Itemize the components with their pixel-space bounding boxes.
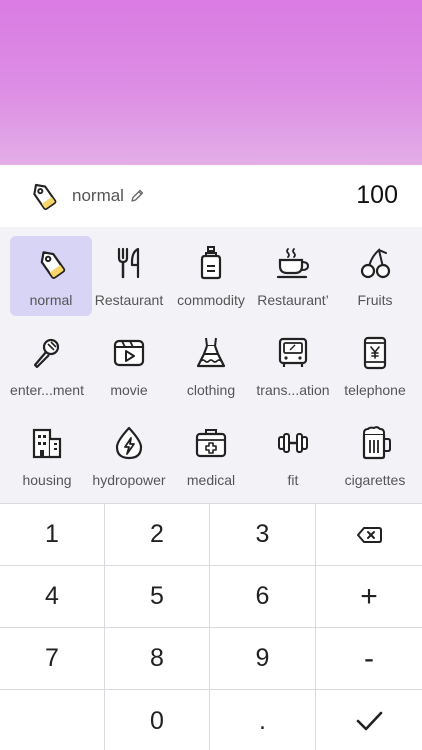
category-label: hydropower: [92, 472, 166, 488]
confirm-button[interactable]: [316, 690, 422, 750]
category-label: medical: [186, 472, 236, 488]
key-3[interactable]: 3: [210, 504, 316, 566]
category-label: normal: [29, 292, 73, 308]
key-1[interactable]: 1: [0, 504, 105, 566]
category-grid: normal Restaurant commodity Restaurant’: [0, 227, 422, 503]
video-icon: [113, 339, 145, 367]
amount-display: 100: [356, 181, 398, 209]
category-label: Fruits: [357, 292, 393, 308]
bus-icon: [278, 337, 308, 367]
category-name-editable[interactable]: normal: [72, 186, 145, 206]
microphone-icon: [33, 338, 60, 369]
plus-button[interactable]: +: [316, 566, 422, 628]
medical-kit-icon: [195, 429, 227, 458]
category-restaurant[interactable]: Restaurant: [88, 236, 170, 316]
minus-button[interactable]: -: [316, 628, 422, 690]
dress-icon: [196, 337, 226, 368]
backspace-icon: [357, 526, 382, 543]
category-label: trans...ation: [256, 382, 330, 398]
category-label: commodity: [177, 292, 245, 308]
pencil-icon[interactable]: [129, 188, 145, 204]
bottle-icon: [200, 246, 222, 280]
category-cigarettes[interactable]: cigarettes: [334, 416, 416, 496]
category-movie[interactable]: movie: [88, 326, 170, 406]
key-dot[interactable]: .: [210, 690, 316, 750]
key-4[interactable]: 4: [0, 566, 105, 628]
category-transportation[interactable]: trans...ation: [252, 326, 334, 406]
category-label: Restaurant: [94, 292, 164, 308]
entry-row: normal 100: [0, 165, 422, 227]
building-icon: [32, 428, 62, 459]
category-label: enter...ment: [10, 382, 84, 398]
key-blank: [0, 690, 105, 750]
category-label: telephone: [344, 382, 406, 398]
category-commodity[interactable]: commodity: [170, 236, 252, 316]
number-keypad: 1 2 3 4 5 6 + 7 8 9 - 0 .: [0, 503, 422, 750]
key-7[interactable]: 7: [0, 628, 105, 690]
key-8[interactable]: 8: [105, 628, 210, 690]
category-label: Restaurant’: [257, 292, 329, 308]
category-label: housing: [22, 472, 72, 488]
key-2[interactable]: 2: [105, 504, 210, 566]
category-clothing[interactable]: clothing: [170, 326, 252, 406]
tag-icon: [40, 251, 66, 279]
backspace-button[interactable]: [316, 504, 422, 566]
category-normal[interactable]: normal: [10, 236, 92, 316]
category-label: fit: [287, 472, 299, 488]
drop-bolt-icon: [115, 426, 143, 460]
category-label: movie: [110, 382, 148, 398]
category-housing[interactable]: housing: [6, 416, 88, 496]
key-0[interactable]: 0: [105, 690, 210, 750]
category-name: normal: [72, 186, 124, 205]
cherry-icon: [360, 248, 391, 279]
category-fit[interactable]: fit: [252, 416, 334, 496]
category-label: cigarettes: [344, 472, 406, 488]
key-9[interactable]: 9: [210, 628, 316, 690]
key-6[interactable]: 6: [210, 566, 316, 628]
category-restaurant-2[interactable]: Restaurant’: [252, 236, 334, 316]
category-telephone[interactable]: telephone: [334, 326, 416, 406]
beer-mug-icon: [362, 426, 391, 460]
dumbbell-icon: [278, 433, 308, 453]
fork-knife-icon: [117, 247, 140, 279]
category-label: clothing: [186, 382, 236, 398]
header-background: [0, 0, 422, 165]
category-medical[interactable]: medical: [170, 416, 252, 496]
category-entertainment[interactable]: enter...ment: [6, 326, 88, 406]
checkmark-icon: [356, 711, 383, 731]
tag-icon: [33, 183, 57, 211]
key-5[interactable]: 5: [105, 566, 210, 628]
phone-yen-icon: [363, 336, 387, 370]
coffee-cup-icon: [276, 248, 310, 279]
category-fruits[interactable]: Fruits: [334, 236, 416, 316]
category-hydropower[interactable]: hydropower: [88, 416, 170, 496]
